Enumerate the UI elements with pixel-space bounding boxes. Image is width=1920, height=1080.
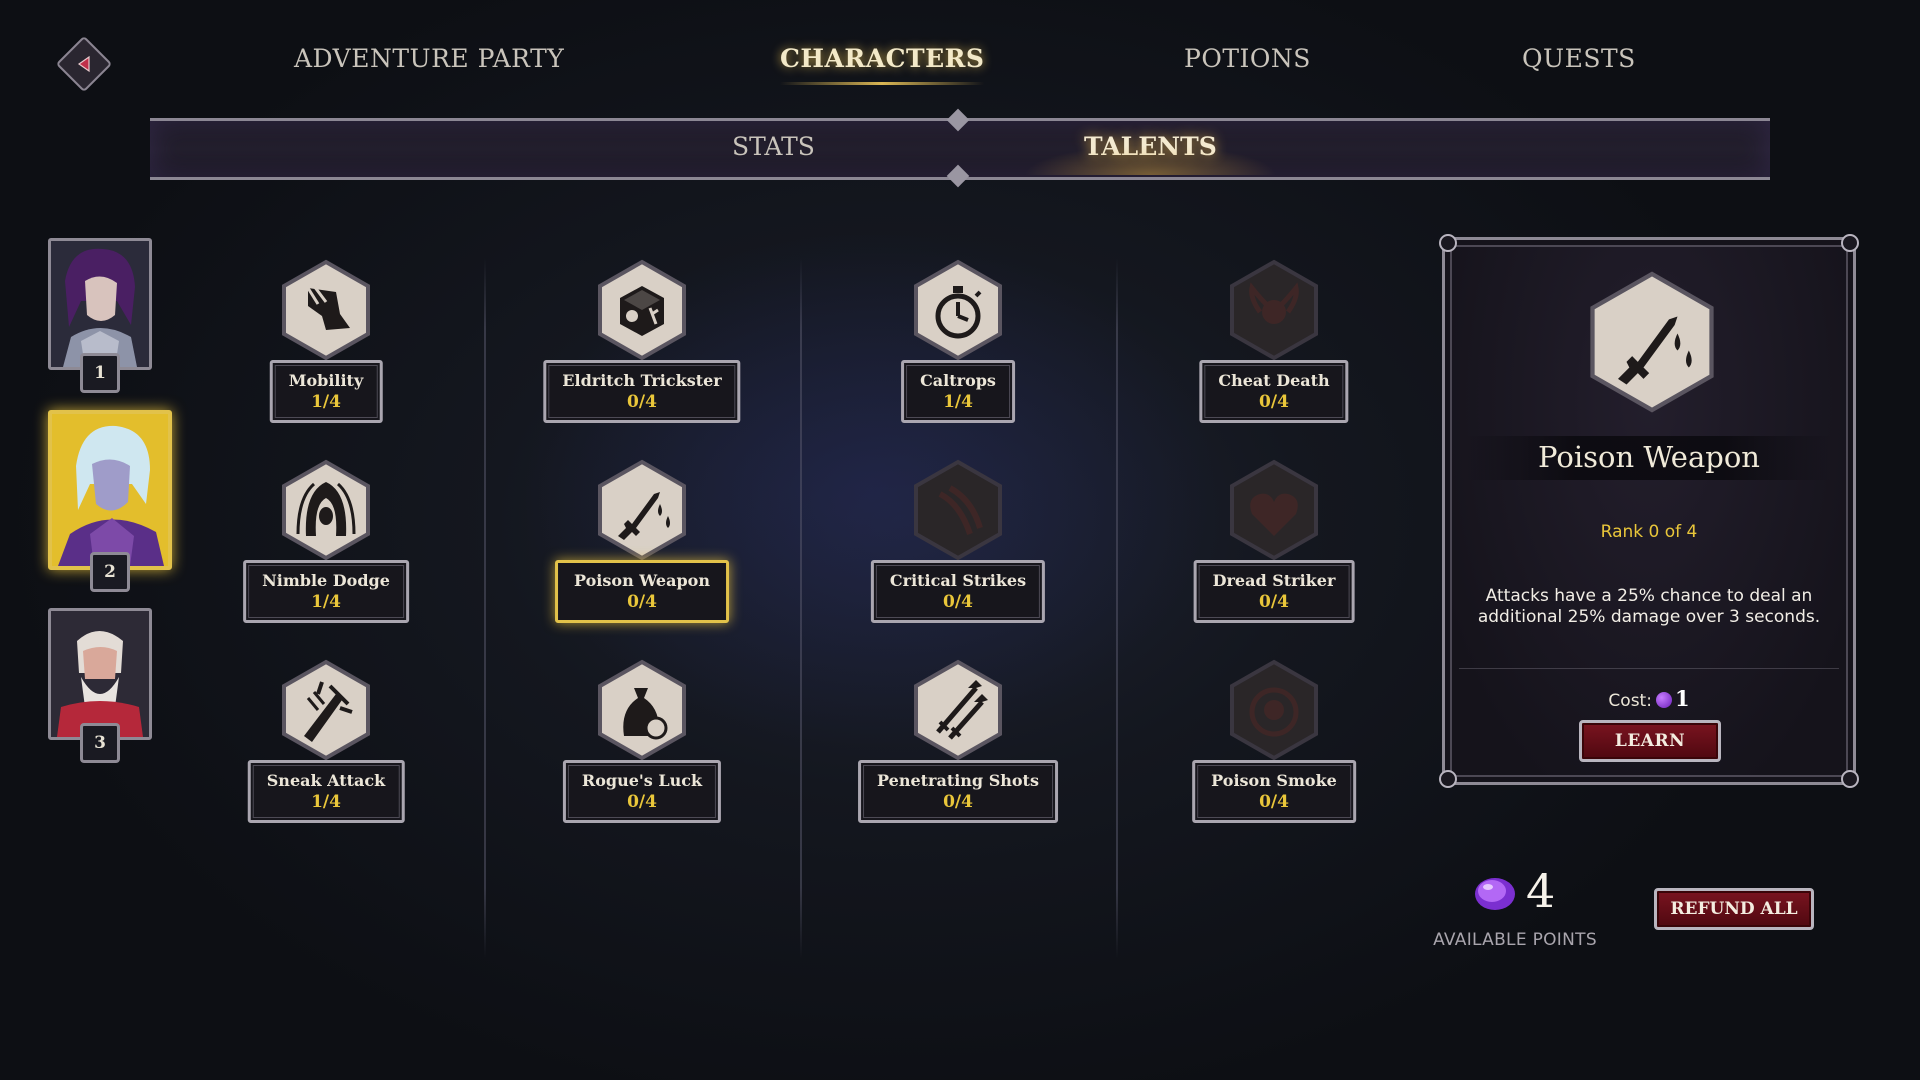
tab-adventure-party[interactable]: ADVENTURE PARTY (294, 44, 564, 73)
talent-label: Penetrating Shots 0/4 (858, 760, 1058, 823)
stopwatch-icon (910, 258, 1006, 362)
talent-rank: 0/4 (627, 792, 657, 812)
talent-name: Rogue's Luck (581, 771, 703, 790)
detail-cost: Cost: 1 (1445, 686, 1853, 711)
talent-name: Mobility (288, 371, 364, 390)
talent-rank: 0/4 (1259, 792, 1289, 812)
talent-detail-panel: Poison Weapon Rank 0 of 4 Attacks have a… (1439, 234, 1859, 788)
poison-dagger-icon (1584, 268, 1720, 420)
winged-skull-icon (1226, 258, 1322, 362)
talent-name: Poison Weapon (574, 571, 710, 590)
gem-icon (1472, 874, 1518, 914)
character-number-badge: 1 (80, 353, 120, 393)
panel-corner (1439, 234, 1457, 252)
character-portrait-3[interactable]: 3 (48, 608, 152, 763)
character-art-3 (51, 611, 149, 737)
column-divider (1116, 258, 1118, 958)
skull-cloud-icon (1226, 658, 1322, 762)
column-divider (484, 258, 486, 958)
talent-label: Poison Weapon 0/4 (555, 560, 729, 623)
talent-rank: 0/4 (1259, 592, 1289, 612)
detail-description: Attacks have a 25% chance to deal an add… (1477, 586, 1821, 627)
talent-rank: 1/4 (311, 792, 341, 812)
talent-name: Cheat Death (1218, 371, 1330, 390)
available-points-label: AVAILABLE POINTS (1433, 930, 1597, 950)
refund-all-button[interactable]: REFUND ALL (1654, 888, 1814, 930)
tab-potions[interactable]: POTIONS (1184, 44, 1311, 73)
cost-value: 1 (1674, 686, 1690, 711)
talent-name: Nimble Dodge (262, 571, 390, 590)
talent-name: Dread Striker (1212, 571, 1336, 590)
detail-title: Poison Weapon (1538, 440, 1760, 474)
divider (1459, 668, 1839, 669)
talent-label: Rogue's Luck 0/4 (562, 760, 722, 823)
character-portrait-2[interactable]: 2 (48, 410, 172, 592)
talent-rank: 0/4 (943, 792, 973, 812)
boot-wing-icon (278, 258, 374, 362)
tab-quests[interactable]: QUESTS (1522, 44, 1636, 73)
talent-rank: 1/4 (311, 592, 341, 612)
talent-label: Critical Strikes 0/4 (870, 560, 1046, 623)
talent-rank: 0/4 (943, 592, 973, 612)
detail-rank: Rank 0 of 4 (1600, 522, 1698, 542)
arrows-icon (910, 658, 1006, 762)
talent-label: Eldritch Trickster 0/4 (543, 360, 741, 423)
rune-cube-icon (594, 258, 690, 362)
back-button[interactable] (55, 35, 113, 93)
tab-stats[interactable]: STATS (732, 132, 815, 161)
talent-rank: 1/4 (943, 392, 973, 412)
talent-label: Cheat Death 0/4 (1199, 360, 1349, 423)
cost-label: Cost: (1608, 691, 1652, 711)
talent-label: Sneak Attack 1/4 (247, 760, 405, 823)
coin-pouch-icon (594, 658, 690, 762)
talent-name: Eldritch Trickster (562, 371, 722, 390)
character-number-badge: 3 (80, 723, 120, 763)
talent-name: Penetrating Shots (877, 771, 1039, 790)
character-number-badge: 2 (90, 552, 130, 592)
tab-characters[interactable]: CHARACTERS (780, 44, 985, 85)
talent-rank: 1/4 (311, 392, 341, 412)
dagger-strike-icon (278, 658, 374, 762)
talent-rank: 0/4 (1259, 392, 1289, 412)
talent-label: Mobility 1/4 (269, 360, 383, 423)
tab-talents[interactable]: TALENTS (1024, 132, 1277, 175)
gem-icon (1655, 692, 1672, 708)
broken-heart-icon (1226, 458, 1322, 562)
talent-label: Nimble Dodge 1/4 (243, 560, 409, 623)
hooded-rogue-icon (278, 458, 374, 562)
claw-slash-icon (910, 458, 1006, 562)
talent-rank: 0/4 (627, 392, 657, 412)
talent-label: Caltrops 1/4 (901, 360, 1015, 423)
talent-name: Critical Strikes (889, 571, 1027, 590)
talent-name: Poison Smoke (1211, 771, 1337, 790)
talent-label: Dread Striker 0/4 (1193, 560, 1355, 623)
learn-button[interactable]: LEARN (1579, 720, 1721, 762)
panel-corner (1841, 770, 1859, 788)
talent-name: Caltrops (920, 371, 996, 390)
talent-rank: 0/4 (627, 592, 657, 612)
talent-label: Poison Smoke 0/4 (1192, 760, 1356, 823)
back-arrow-icon (77, 55, 90, 73)
panel-corner (1841, 234, 1859, 252)
character-art-2 (52, 414, 168, 566)
column-divider (800, 258, 802, 958)
character-art-1 (51, 241, 149, 367)
poison-dagger-icon (594, 458, 690, 562)
panel-corner (1439, 770, 1457, 788)
character-portrait-1[interactable]: 1 (48, 238, 152, 393)
available-points-value: 4 (1526, 864, 1556, 918)
talent-name: Sneak Attack (266, 771, 386, 790)
